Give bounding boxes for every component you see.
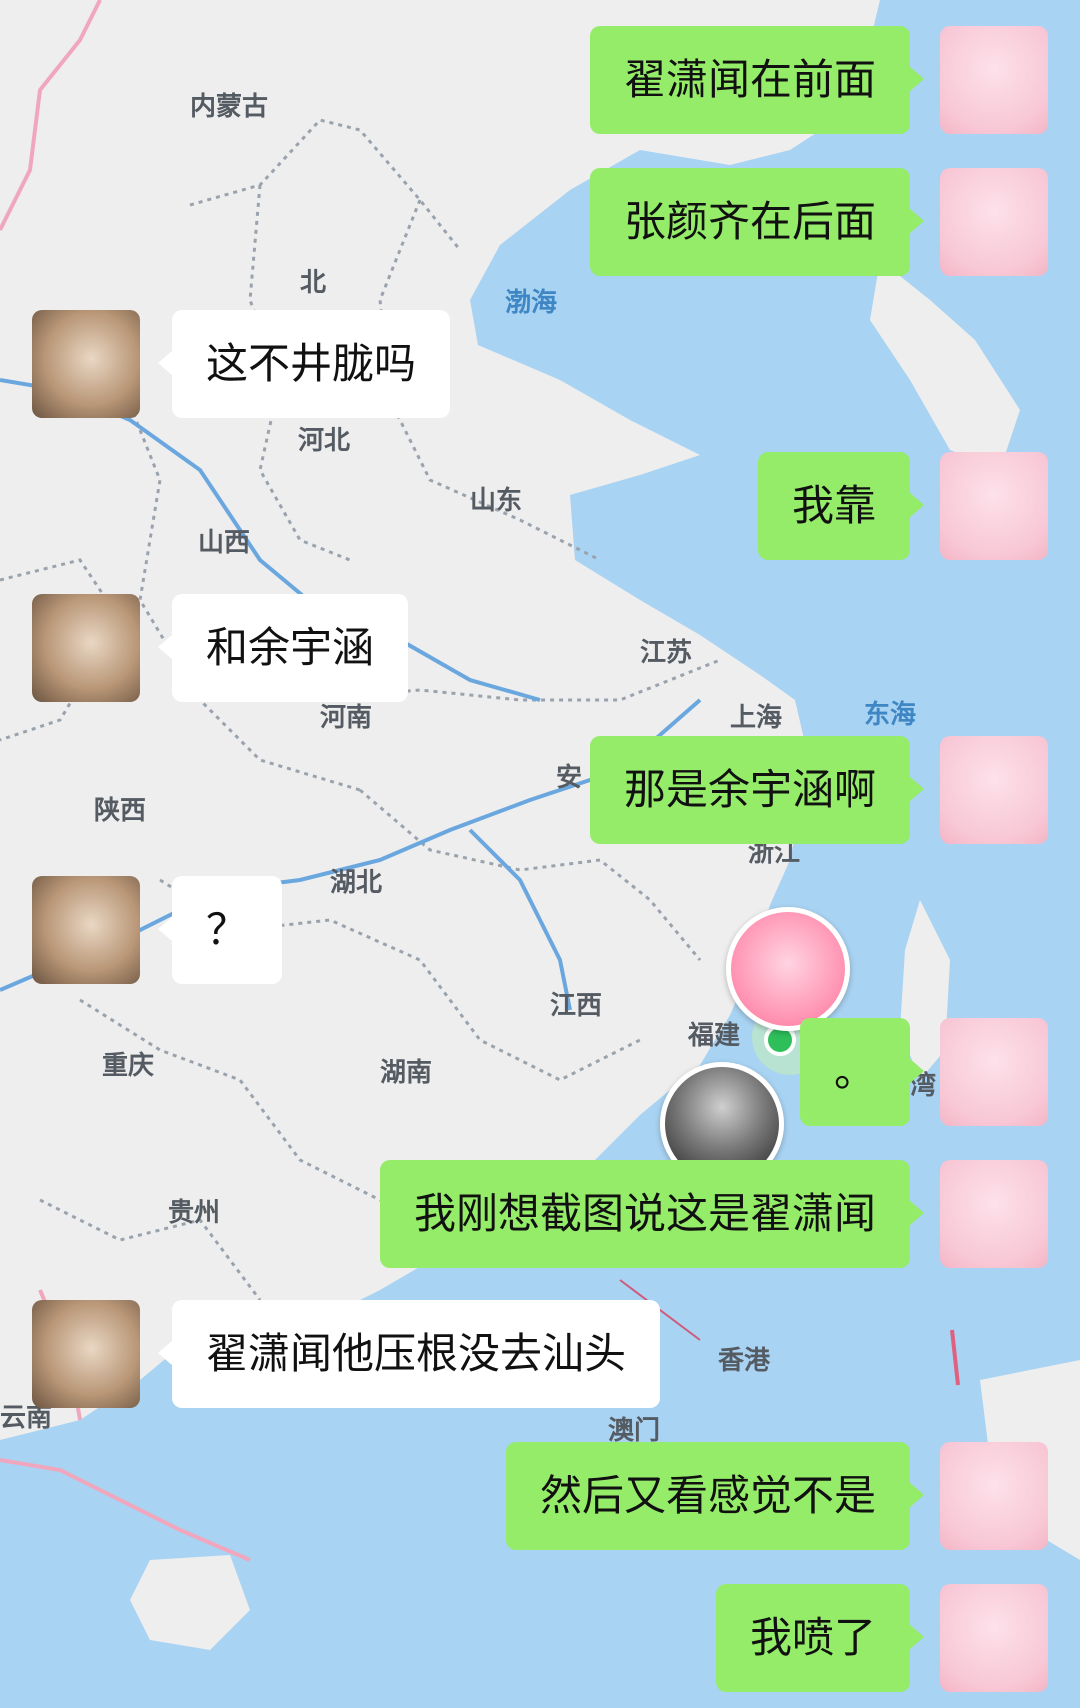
- label-hebei: 河北: [298, 426, 351, 456]
- label-donghai: 东海: [864, 700, 917, 730]
- label-hunan: 湖南: [380, 1058, 433, 1088]
- label-an: 安: [556, 763, 583, 793]
- chat-bubble-other[interactable]: 和余宇涵: [157, 594, 409, 702]
- label-guizhou: 贵州: [168, 1198, 221, 1228]
- label-shanxi: 山西: [198, 528, 251, 558]
- chat-bubble-me[interactable]: 。: [799, 1018, 925, 1126]
- avatar[interactable]: [940, 26, 1048, 134]
- chat-bubble-me[interactable]: 我喷了: [715, 1584, 925, 1692]
- chat-bubble-me[interactable]: 张颜齐在后面: [589, 168, 925, 276]
- avatar[interactable]: [32, 594, 140, 702]
- label-xianggang: 香港: [718, 1346, 771, 1376]
- label-shaanxi: 陕西: [94, 796, 147, 826]
- chat-bubble-other[interactable]: ？: [157, 876, 283, 984]
- avatar[interactable]: [32, 1300, 140, 1408]
- avatar[interactable]: [940, 1442, 1048, 1550]
- label-bei: 北: [300, 268, 327, 298]
- avatar[interactable]: [940, 1018, 1048, 1126]
- avatar[interactable]: [32, 876, 140, 984]
- label-henan: 河南: [320, 703, 373, 733]
- label-chongqing: 重庆: [102, 1051, 155, 1081]
- label-neimenggu: 内蒙古: [190, 92, 269, 122]
- label-bohai: 渤海: [505, 288, 558, 318]
- chat-bubble-me[interactable]: 然后又看感觉不是: [505, 1442, 925, 1550]
- chat-bubble-other[interactable]: 翟潇闻他压根没去汕头: [157, 1300, 661, 1408]
- chat-bubble-me[interactable]: 那是余宇涵啊: [589, 736, 925, 844]
- label-shanghai: 上海: [730, 703, 783, 733]
- chat-bubble-other[interactable]: 这不井胧吗: [157, 310, 451, 418]
- label-fujian: 福建: [688, 1021, 741, 1051]
- avatar[interactable]: [940, 736, 1048, 844]
- label-jiangsu: 江苏: [640, 638, 693, 668]
- chat-bubble-me[interactable]: 翟潇闻在前面: [589, 26, 925, 134]
- avatar[interactable]: [32, 310, 140, 418]
- avatar[interactable]: [940, 452, 1048, 560]
- map-avatar-pin-me[interactable]: [726, 907, 850, 1031]
- label-shandong: 山东: [470, 486, 523, 516]
- chat-bubble-me[interactable]: 我靠: [757, 452, 925, 560]
- label-jiangxi: 江西: [550, 991, 603, 1021]
- avatar[interactable]: [940, 1584, 1048, 1692]
- avatar[interactable]: [940, 1160, 1048, 1268]
- label-hubei: 湖北: [330, 868, 383, 898]
- avatar[interactable]: [940, 168, 1048, 276]
- chat-bubble-me[interactable]: 我刚想截图说这是翟潇闻: [379, 1160, 925, 1268]
